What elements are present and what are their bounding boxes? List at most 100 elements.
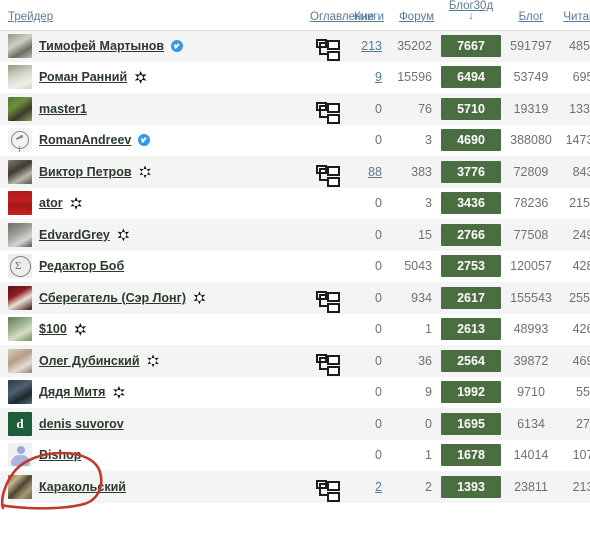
cell-readers: 469: [560, 345, 590, 377]
avatar[interactable]: d: [8, 411, 32, 436]
cell-blog30: 2564: [440, 345, 502, 377]
trader-name-link[interactable]: Роман Ранний: [39, 70, 127, 84]
cell-readers: 426: [560, 313, 590, 346]
cell-toc: [310, 124, 342, 157]
avatar[interactable]: Σ: [8, 254, 32, 279]
cell-blog: 19319: [502, 93, 560, 125]
cell-forum: 3: [386, 124, 440, 157]
trader-name-link[interactable]: Bishop: [39, 448, 81, 462]
books-count-link[interactable]: 9: [375, 70, 382, 84]
avatar[interactable]: [8, 34, 32, 59]
trader-name-link[interactable]: Сберегатель (Сэр Лонг): [39, 291, 186, 305]
cell-blog: 591797: [502, 30, 560, 62]
trader-name-link[interactable]: RomanAndreev: [39, 133, 131, 147]
star-badge-icon: [117, 228, 130, 242]
cell-forum: 1: [386, 439, 440, 472]
cell-blog: 39872: [502, 345, 560, 377]
trader-name-link[interactable]: EdvardGrey: [39, 228, 110, 242]
cell-blog: 9710: [502, 376, 560, 409]
trader-name-link[interactable]: Виктор Петров: [39, 165, 132, 179]
cell-blog: 77508: [502, 219, 560, 251]
column-header-readers[interactable]: Читают: [560, 0, 590, 31]
trader-name-link[interactable]: Дядя Митя: [39, 385, 105, 399]
blog30-score-badge: 6494: [441, 66, 501, 89]
table-row[interactable]: Олег Дубинский 0 36 2564 39872 469: [0, 345, 590, 377]
cell-toc: [310, 187, 342, 220]
cell-readers: 2158: [560, 187, 590, 220]
cell-books: 213: [342, 30, 386, 62]
avatar[interactable]: [8, 65, 32, 90]
avatar[interactable]: [8, 348, 32, 373]
trader-name-link[interactable]: Каракольский: [39, 480, 126, 494]
avatar[interactable]: [8, 317, 32, 342]
table-row[interactable]: Дядя Митя 0 9 1992 9710 55: [0, 376, 590, 409]
trader-name-link[interactable]: Олег Дубинский: [39, 354, 140, 368]
cell-blog30: 1992: [440, 376, 502, 409]
trader-name-link[interactable]: master1: [39, 102, 87, 116]
cell-trader: Олег Дубинский: [0, 345, 310, 377]
avatar[interactable]: [8, 380, 32, 405]
table-row[interactable]: Тимофей Мартынов 213 3520276675917974853: [0, 30, 590, 62]
column-header-forum-label[interactable]: Форум: [399, 11, 434, 23]
column-header-blog[interactable]: Блог: [502, 0, 560, 31]
books-count-link[interactable]: 213: [361, 39, 382, 53]
cell-forum: 9: [386, 376, 440, 409]
avatar[interactable]: [8, 191, 32, 216]
cell-blog: 78236: [502, 187, 560, 220]
blog30-score-badge: 2766: [441, 223, 501, 246]
table-row[interactable]: master1 0765710193191330: [0, 93, 590, 125]
blog30-score-badge: 2753: [441, 255, 501, 278]
column-header-toc[interactable]: Оглавление: [310, 0, 374, 31]
blog30-score-badge: 3436: [441, 192, 501, 215]
trader-name-link[interactable]: ator: [39, 196, 63, 210]
cell-books: 0: [342, 313, 386, 346]
column-header-books-label[interactable]: Книги: [354, 11, 384, 23]
cell-blog30: 7667: [440, 30, 502, 62]
table-row[interactable]: Виктор Петров 88 383 3776 72809 843: [0, 156, 590, 188]
table-row[interactable]: EdvardGrey 0 15 2766 77508 249: [0, 219, 590, 251]
trader-name-link[interactable]: Тимофей Мартынов: [39, 39, 164, 53]
cell-forum: 2: [386, 471, 440, 503]
trader-name-link[interactable]: denis suvorov: [39, 417, 124, 431]
column-header-trader[interactable]: Трейдер: [0, 0, 310, 31]
cell-books: 0: [342, 345, 386, 377]
table-row[interactable]: Bishop 0 1 1678 14014 107: [0, 439, 590, 472]
table-row[interactable]: $100 0 1 2613 48993 426: [0, 313, 590, 346]
cell-toc: [310, 376, 342, 409]
table-row[interactable]: Σ Редактор Боб 0 5043 2753 120057 428: [0, 250, 590, 283]
cell-blog: 6134: [502, 408, 560, 440]
blog30-score-badge: 2613: [441, 318, 501, 341]
column-header-blog30[interactable]: Блог30д ↓: [440, 0, 502, 31]
column-header-forum[interactable]: Форум: [386, 0, 440, 31]
column-header-blog-label[interactable]: Блог: [519, 11, 544, 23]
table-row[interactable]: Каракольский 2 2 1393 23811 213: [0, 471, 590, 503]
avatar[interactable]: [8, 474, 32, 499]
books-count-link[interactable]: 2: [375, 480, 382, 494]
table-row[interactable]: Сберегатель (Сэр Лонг) 093426171555432558: [0, 282, 590, 314]
avatar[interactable]: [8, 285, 32, 310]
cell-trader: Дядя Митя: [0, 376, 310, 409]
table-row[interactable]: RomanAndreev 03469038808014737: [0, 124, 590, 157]
avatar[interactable]: [8, 128, 32, 153]
sort-descending-icon[interactable]: ↓: [468, 11, 474, 23]
table-row[interactable]: ator 033436782362158: [0, 187, 590, 220]
cell-toc: [310, 439, 342, 472]
cell-forum: 383: [386, 156, 440, 188]
cell-trader: Σ Редактор Боб: [0, 250, 310, 283]
column-header-trader-label[interactable]: Трейдер: [8, 11, 53, 23]
cell-forum: 934: [386, 282, 440, 314]
table-row[interactable]: Роман Ранний 9 15596 6494 53749 695: [0, 61, 590, 94]
trader-name-link[interactable]: Редактор Боб: [39, 259, 124, 273]
cell-books: 0: [342, 439, 386, 472]
avatar[interactable]: [8, 443, 32, 468]
trader-name-link[interactable]: $100: [39, 322, 67, 336]
star-badge-icon: [134, 70, 147, 84]
avatar[interactable]: [8, 222, 32, 247]
table-row[interactable]: d denis suvorov 0 0 1695 6134 27: [0, 408, 590, 440]
avatar[interactable]: [8, 159, 32, 184]
books-count-link[interactable]: 88: [368, 165, 382, 179]
column-header-readers-label[interactable]: Читают: [563, 11, 590, 23]
blog30-score-badge: 7667: [441, 35, 501, 58]
avatar[interactable]: [8, 96, 32, 121]
star-badge-icon: [193, 291, 206, 305]
